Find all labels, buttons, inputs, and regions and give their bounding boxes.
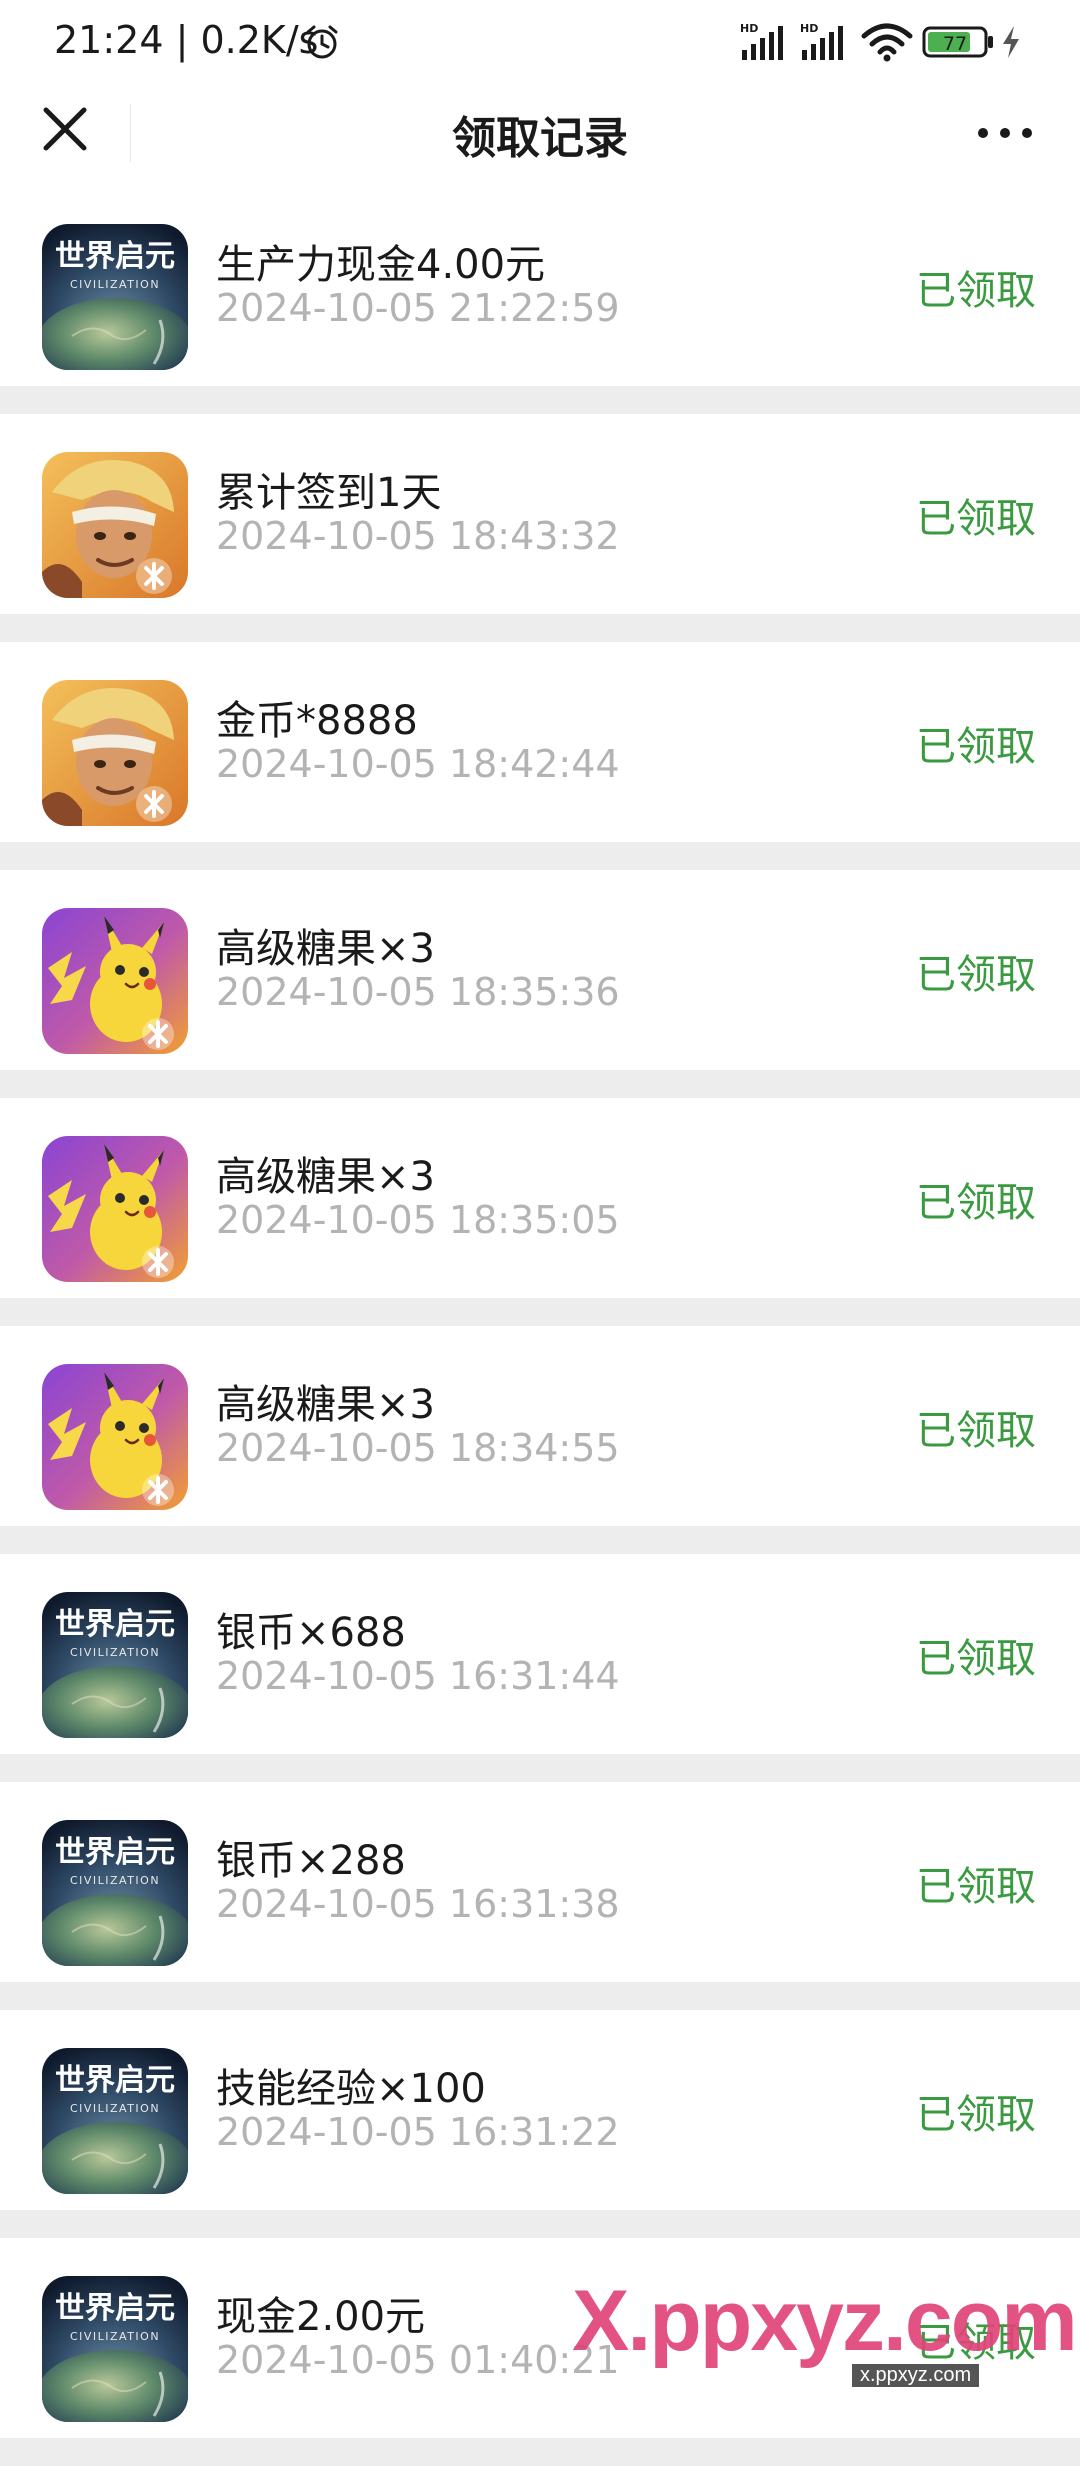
cellular-signal-icon-2: HD [800, 22, 843, 60]
icon-logo-en: CIVILIZATION [70, 2330, 160, 2343]
reward-timestamp: 2024-10-05 18:34:55 [216, 1426, 620, 1470]
reward-timestamp: 2024-10-05 16:31:22 [216, 2110, 620, 2154]
icon-logo-cn: 世界启元 [55, 1835, 175, 1870]
claim-status: 已领取 [916, 496, 1036, 542]
reward-title: 高级糖果×3 [216, 1154, 435, 1200]
reward-title: 银币×688 [216, 1610, 406, 1656]
watermark-subtext: x.ppxyz.com [852, 2364, 980, 2387]
icon-logo-cn: 世界启元 [55, 2063, 175, 2098]
icon-logo-cn: 世界启元 [55, 1607, 175, 1642]
hero-warrior-icon [42, 680, 188, 826]
civilization-icon: 世界启元 CIVILIZATION [42, 1592, 188, 1738]
alarm-clock-icon [306, 25, 338, 59]
claim-status: 已领取 [916, 268, 1036, 314]
signal-hd-label: HD [740, 22, 758, 35]
status-time: 21:24 | 0.2K/s [54, 18, 319, 62]
claim-status: 已领取 [916, 1636, 1036, 1682]
record-row[interactable]: 高级糖果×3 2024-10-05 18:35:36 已领取 [0, 870, 1080, 1070]
record-row[interactable]: 世界启元 CIVILIZATION 银币×288 2024-10-05 16:31… [0, 1782, 1080, 1982]
icon-logo-cn: 世界启元 [55, 239, 175, 274]
game-icon: 世界启元 CIVILIZATION [42, 224, 188, 370]
reward-timestamp: 2024-10-05 18:42:44 [216, 742, 620, 786]
icon-logo-cn: 世界启元 [55, 2291, 175, 2326]
charging-bolt-icon [1003, 26, 1019, 58]
icon-logo-en: CIVILIZATION [70, 278, 160, 291]
hero-warrior-icon [42, 452, 188, 598]
cellular-signal-icon: HD [740, 22, 783, 60]
game-icon [42, 1364, 188, 1510]
reward-title: 银币×288 [216, 1838, 406, 1884]
reward-timestamp: 2024-10-05 18:35:36 [216, 970, 620, 1014]
reward-title: 高级糖果×3 [216, 926, 435, 972]
battery-level: 77 [943, 33, 967, 55]
pikachu-icon [42, 908, 188, 1054]
civilization-icon: 世界启元 CIVILIZATION [42, 1820, 188, 1966]
reward-title: 金币*8888 [216, 698, 418, 744]
record-row[interactable]: 累计签到1天 2024-10-05 18:43:32 已领取 [0, 414, 1080, 614]
record-row[interactable]: 金币*8888 2024-10-05 18:42:44 已领取 [0, 642, 1080, 842]
watermark-overlay: X.ppxyz.com x.ppxyz.com [572, 2268, 1078, 2394]
game-icon: 世界启元 CIVILIZATION [42, 2276, 188, 2422]
record-row[interactable]: 世界启元 CIVILIZATION 银币×688 2024-10-05 16:31… [0, 1554, 1080, 1754]
civilization-icon: 世界启元 CIVILIZATION [42, 2048, 188, 2194]
claim-status: 已领取 [916, 1408, 1036, 1454]
reward-timestamp: 2024-10-05 01:40:21 [216, 2338, 620, 2382]
record-list: 世界启元 CIVILIZATION 生产力现金4.00元 2024-10-05 2… [0, 186, 1080, 2466]
game-icon: 世界启元 CIVILIZATION [42, 1592, 188, 1738]
title-bar: 领取记录 [0, 82, 1080, 186]
civilization-icon: 世界启元 CIVILIZATION [42, 2276, 188, 2422]
claim-status: 已领取 [916, 724, 1036, 770]
game-icon [42, 908, 188, 1054]
game-icon [42, 1136, 188, 1282]
signal-hd-label-2: HD [800, 22, 818, 35]
reward-title: 现金2.00元 [216, 2294, 426, 2340]
page-title: 领取记录 [452, 113, 628, 164]
more-icon[interactable] [970, 108, 1040, 158]
claim-status: 已领取 [916, 2092, 1036, 2138]
game-icon [42, 452, 188, 598]
reward-timestamp: 2024-10-05 21:22:59 [216, 286, 620, 330]
reward-timestamp: 2024-10-05 16:31:44 [216, 1654, 620, 1698]
icon-logo-en: CIVILIZATION [70, 1646, 160, 1659]
icon-logo-en: CIVILIZATION [70, 1874, 160, 1887]
icon-logo-en: CIVILIZATION [70, 2102, 160, 2115]
game-icon: 世界启元 CIVILIZATION [42, 2048, 188, 2194]
game-icon [42, 680, 188, 826]
reward-title: 生产力现金4.00元 [216, 242, 546, 288]
game-icon: 世界启元 CIVILIZATION [42, 1820, 188, 1966]
reward-timestamp: 2024-10-05 18:43:32 [216, 514, 620, 558]
record-row[interactable]: 高级糖果×3 2024-10-05 18:34:55 已领取 [0, 1326, 1080, 1526]
reward-title: 技能经验×100 [216, 2066, 486, 2112]
status-bar: 21:24 | 0.2K/s HD HD 77 [0, 0, 1080, 82]
record-row[interactable]: 高级糖果×3 2024-10-05 18:35:05 已领取 [0, 1098, 1080, 1298]
watermark-text: X.ppxyz.com [572, 2273, 1078, 2369]
claim-status: 已领取 [916, 952, 1036, 998]
record-row[interactable]: 世界启元 CIVILIZATION 生产力现金4.00元 2024-10-05 2… [0, 186, 1080, 386]
civilization-icon: 世界启元 CIVILIZATION [42, 224, 188, 370]
reward-timestamp: 2024-10-05 16:31:38 [216, 1882, 620, 1926]
battery-icon: 77 [922, 26, 993, 58]
reward-title: 累计签到1天 [216, 470, 442, 516]
claim-status: 已领取 [916, 1180, 1036, 1226]
wifi-icon [861, 23, 913, 62]
pikachu-icon [42, 1136, 188, 1282]
pikachu-icon [42, 1364, 188, 1510]
record-row[interactable]: 世界启元 CIVILIZATION 技能经验×100 2024-10-05 16:… [0, 2010, 1080, 2210]
claim-status: 已领取 [916, 1864, 1036, 1910]
reward-title: 高级糖果×3 [216, 1382, 435, 1428]
reward-timestamp: 2024-10-05 18:35:05 [216, 1198, 620, 1242]
